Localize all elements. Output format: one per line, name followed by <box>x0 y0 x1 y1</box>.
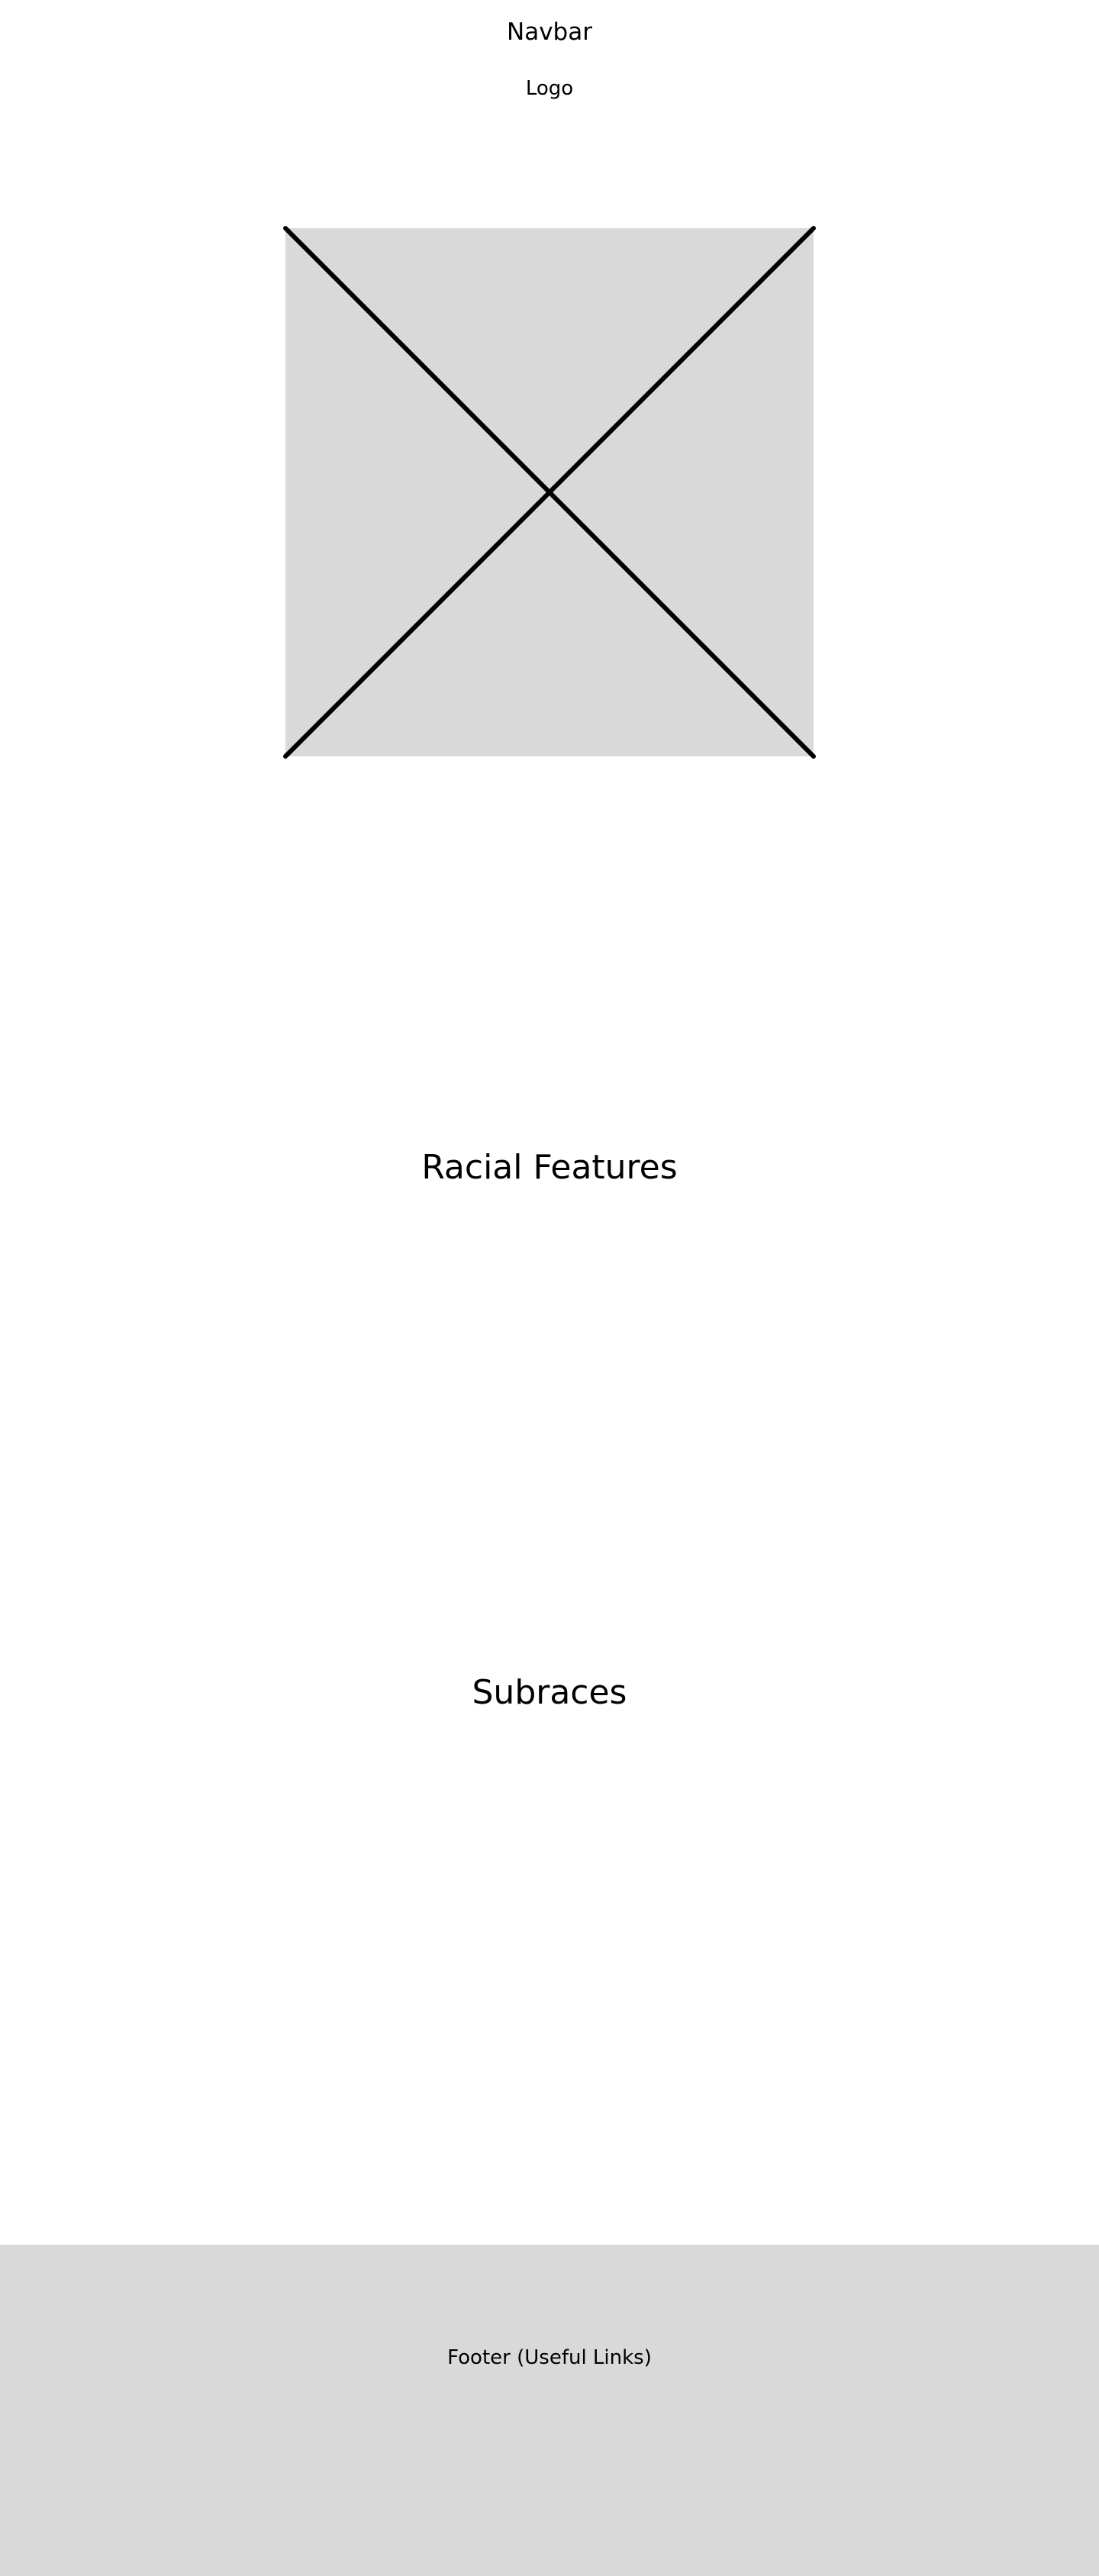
hero-image-placeholder <box>283 226 816 759</box>
logo[interactable]: Logo <box>0 75 1099 102</box>
navbar[interactable]: Navbar <box>0 17 1099 47</box>
page: Navbar Logo Racial Features Subraces Foo… <box>0 0 1099 2576</box>
footer: Footer (Useful Links) <box>0 2245 1099 2576</box>
subraces-heading: Subraces <box>472 1673 627 1712</box>
footer-useful-links[interactable]: Footer (Useful Links) <box>0 2344 1099 2371</box>
image-placeholder-icon <box>283 226 816 759</box>
racial-features-heading: Racial Features <box>421 1148 678 1187</box>
